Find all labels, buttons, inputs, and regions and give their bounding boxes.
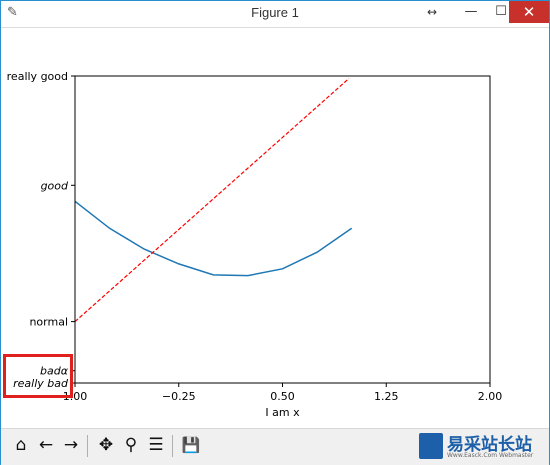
x-axis-label: I am x — [265, 406, 300, 419]
back-arrow-icon[interactable]: ← — [34, 433, 58, 457]
watermark-logo: 易采站长站 Www.Easck.Com Webmaster — [413, 430, 549, 464]
resize-icon[interactable]: ↔ — [421, 1, 443, 23]
plot-frame — [74, 75, 491, 384]
plot-canvas: 1.00 −0.25 0.50 1.25 2.00 really bad badα norma… — [1, 28, 549, 428]
configure-subplots-icon[interactable]: ☰ — [144, 433, 168, 457]
save-icon[interactable]: 💾 — [179, 433, 203, 457]
chart-svg: 1.00 −0.25 0.50 1.25 2.00really badbadαnorma… — [7, 70, 503, 419]
toolbar-separator — [87, 435, 88, 457]
home-icon[interactable]: ⌂ — [9, 433, 33, 457]
y-tick-label: really good — [7, 70, 68, 83]
solid-blue-curve — [74, 200, 353, 277]
toolbar-separator — [172, 435, 173, 457]
watermark-url: Www.Easck.Com Webmaster — [447, 452, 534, 459]
highlight-box — [3, 354, 73, 398]
navigation-toolbar: ⌂ ← → ✥ ⚲ ☰ 💾 易采站长站 Www.Easck.Com Webmas… — [1, 428, 549, 465]
x-tick-label: 0.50 — [270, 390, 295, 403]
x-tick-label: 1.25 — [374, 390, 399, 403]
pan-icon[interactable]: ✥ — [94, 433, 118, 457]
y-tick-label: normal — [29, 316, 68, 329]
forward-arrow-icon[interactable]: → — [59, 433, 83, 457]
x-tick-label: −0.25 — [162, 390, 196, 403]
zoom-icon[interactable]: ⚲ — [119, 433, 143, 457]
dashed-red-line — [74, 78, 350, 323]
title-bar: ✎ Figure 1 ↔ — ☐ ✕ — [1, 1, 549, 28]
minimize-button[interactable]: — — [456, 1, 486, 23]
x-tick-label: 2.00 — [478, 390, 503, 403]
close-button[interactable]: ✕ — [509, 1, 549, 23]
logo-icon — [419, 433, 443, 459]
figure-window: ✎ Figure 1 ↔ — ☐ ✕ 1.00 −0.25 0.50 1.25 2.00… — [0, 0, 550, 465]
y-tick-label: good — [41, 179, 69, 192]
